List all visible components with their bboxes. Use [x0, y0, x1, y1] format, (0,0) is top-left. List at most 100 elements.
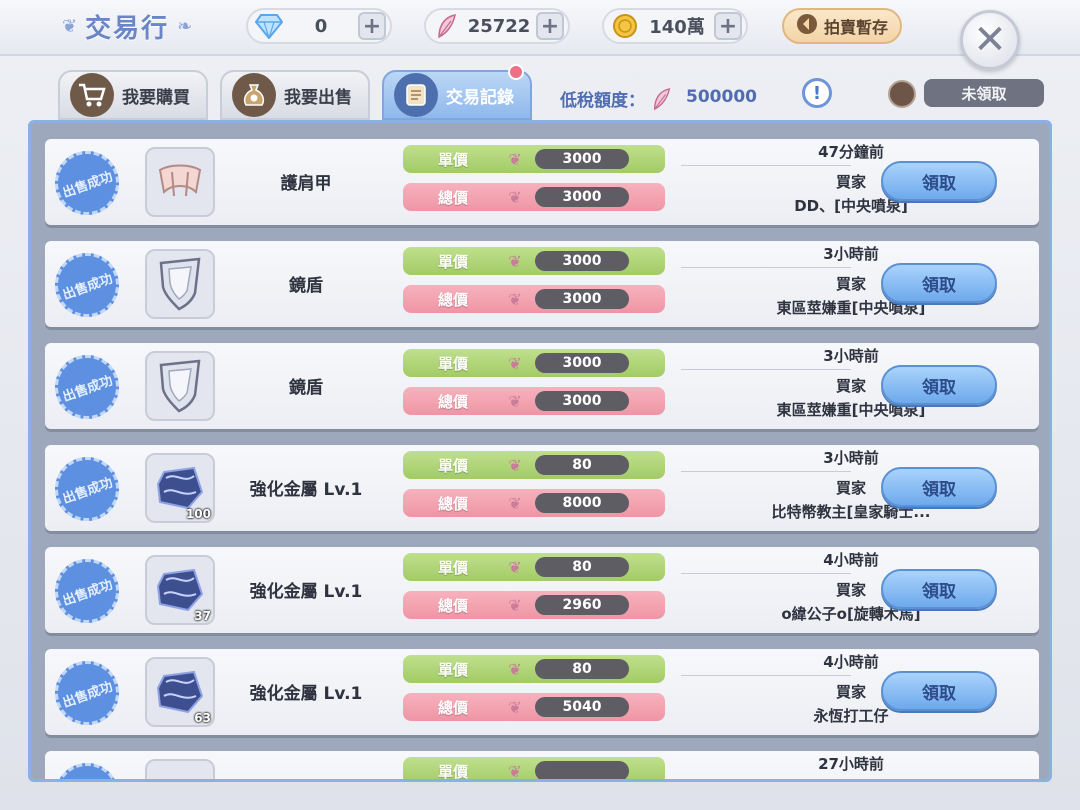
- close-button[interactable]: ✕: [960, 10, 1020, 70]
- unit-price: 單價 ❦: [403, 757, 665, 781]
- divider: [681, 165, 851, 166]
- crystal-feather-icon: ❦: [508, 659, 522, 679]
- unit-price: 單價 ❦ 80: [403, 655, 665, 683]
- total-price: 總價 ❦ 8000: [403, 489, 665, 517]
- item-name: 鏡盾: [289, 276, 323, 296]
- diamond-currency: 0 +: [246, 8, 392, 44]
- divider: [681, 675, 851, 676]
- item-slot[interactable]: 37: [145, 555, 215, 625]
- scroll-icon: [394, 73, 438, 117]
- total-price: 總價 ❦ 3000: [403, 285, 665, 313]
- unit-price-value: 3000: [535, 353, 629, 373]
- crystal-feather-icon: ❦: [508, 353, 522, 373]
- item-name: 強化金屬 Lv.1: [249, 684, 363, 704]
- unit-price-label: 單價: [437, 354, 468, 373]
- total-price-label: 總價: [437, 596, 468, 615]
- sold-stamp: 出售成功: [45, 447, 129, 531]
- sold-stamp: 出售成功: [45, 243, 129, 327]
- unit-price-label: 單價: [437, 558, 468, 577]
- mirror-shield-icon: [159, 359, 201, 413]
- info-icon[interactable]: !: [802, 78, 832, 108]
- item-slot[interactable]: 100: [145, 453, 215, 523]
- item-quantity: 37: [194, 609, 211, 623]
- zeny-value: 140萬: [649, 17, 705, 38]
- record-row: 出售成功 鏡盾 單價 ❦ 3000 總價 ❦ 3000 3小時前 買家 東區莖嫌…: [45, 343, 1039, 429]
- crystal-feather-icon: [653, 87, 671, 110]
- unit-price-value: 80: [535, 455, 629, 475]
- auction-storage-button[interactable]: 拍賣暫存: [782, 8, 902, 44]
- unit-price: 單價 ❦ 3000: [403, 145, 665, 173]
- claim-button[interactable]: 領取: [881, 365, 997, 405]
- add-zeny-button[interactable]: +: [714, 12, 742, 40]
- sale-time: 3小時前: [823, 449, 879, 467]
- crystal-feather-icon: [432, 11, 462, 41]
- add-diamond-button[interactable]: +: [358, 12, 386, 40]
- record-row: 出售成功 單價 ❦ 27小時前: [45, 751, 1039, 781]
- trade-window: ❦ 交易行 ❧ 0 + 25722 + 140萬 + 拍賣暫存 ✕ 我要購買 我…: [0, 0, 1080, 810]
- tax-quota-label: 低稅額度：: [560, 86, 673, 111]
- total-price: 總價 ❦ 3000: [403, 387, 665, 415]
- sale-time: 3小時前: [823, 347, 879, 365]
- unit-price-value: [535, 761, 629, 779]
- unit-price: 單價 ❦ 3000: [403, 247, 665, 275]
- record-row: 出售成功 鏡盾 單價 ❦ 3000 總價 ❦ 3000 3小時前 買家 東區莖嫌…: [45, 241, 1039, 327]
- tab-history[interactable]: 交易記錄: [382, 64, 532, 120]
- add-crystal-button[interactable]: +: [536, 12, 564, 40]
- wing-left-icon: ❦: [62, 15, 78, 37]
- claim-button[interactable]: 領取: [881, 263, 997, 303]
- total-price-value: 2960: [535, 595, 629, 615]
- diamond-icon: [254, 11, 284, 41]
- mirror-shield-icon: [159, 257, 201, 311]
- record-row: 出售成功 63 強化金屬 Lv.1 單價 ❦ 80 總價 ❦ 5040 4小時前…: [45, 649, 1039, 735]
- item-quantity: 100: [185, 507, 211, 521]
- crystal-feather-icon: ❦: [508, 557, 522, 577]
- crystal-feather-icon: ❦: [508, 761, 522, 781]
- total-price-label: 總價: [437, 290, 468, 309]
- divider: [681, 267, 851, 268]
- tab-history-label: 交易記錄: [446, 87, 514, 108]
- total-price-label: 總價: [437, 494, 468, 513]
- item-slot[interactable]: 63: [145, 657, 215, 727]
- divider: [681, 369, 851, 370]
- tab-buy[interactable]: 我要購買: [58, 70, 208, 120]
- unit-price-label: 單價: [437, 456, 468, 475]
- unit-price-label: 單價: [437, 150, 468, 169]
- unit-price-value: 3000: [535, 251, 629, 271]
- unit-price-value: 3000: [535, 149, 629, 169]
- record-row: 出售成功 護肩甲 單價 ❦ 3000 總價 ❦ 3000 47分鐘前 買家 DD…: [45, 139, 1039, 225]
- crystal-feather-icon: ❦: [508, 251, 522, 271]
- trade-record-list[interactable]: 出售成功 護肩甲 單價 ❦ 3000 總價 ❦ 3000 47分鐘前 買家 DD…: [28, 120, 1052, 782]
- auction-arrow-icon: [796, 13, 818, 39]
- total-price: 總價 ❦ 5040: [403, 693, 665, 721]
- unit-price: 單價 ❦ 80: [403, 451, 665, 479]
- sale-time: 47分鐘前: [818, 143, 884, 161]
- total-price-value: 3000: [535, 391, 629, 411]
- tab-sell[interactable]: 我要出售: [220, 70, 370, 120]
- crystal-feather-icon: ❦: [508, 149, 522, 169]
- wing-right-icon: ❧: [177, 15, 193, 37]
- item-slot[interactable]: [145, 759, 215, 779]
- sold-stamp: 出售成功: [45, 345, 129, 429]
- crystal-feather-icon: ❦: [508, 187, 522, 207]
- item-slot[interactable]: [145, 351, 215, 421]
- tab-buy-label: 我要購買: [122, 87, 190, 108]
- item-slot[interactable]: [145, 249, 215, 319]
- tab-sell-label: 我要出售: [284, 87, 352, 108]
- claim-button[interactable]: 領取: [881, 467, 997, 507]
- sold-stamp: 出售成功: [45, 651, 129, 735]
- sale-time: 27小時前: [818, 755, 884, 773]
- unit-price: 單價 ❦ 80: [403, 553, 665, 581]
- unit-price-value: 80: [535, 557, 629, 577]
- total-price: 總價 ❦ 2960: [403, 591, 665, 619]
- gold-coin-icon: [610, 11, 640, 41]
- item-slot[interactable]: [145, 147, 215, 217]
- page-title: 交易行: [85, 13, 170, 44]
- claim-button[interactable]: 領取: [881, 671, 997, 711]
- claim-button[interactable]: 領取: [881, 161, 997, 201]
- crystal-feather-icon: ❦: [508, 455, 522, 475]
- claim-button[interactable]: 領取: [881, 569, 997, 609]
- record-row: 出售成功 37 強化金屬 Lv.1 單價 ❦ 80 總價 ❦ 2960 4小時前…: [45, 547, 1039, 633]
- notification-badge: [508, 64, 524, 80]
- shopping-cart-icon: [70, 73, 114, 117]
- unit-price: 單價 ❦ 3000: [403, 349, 665, 377]
